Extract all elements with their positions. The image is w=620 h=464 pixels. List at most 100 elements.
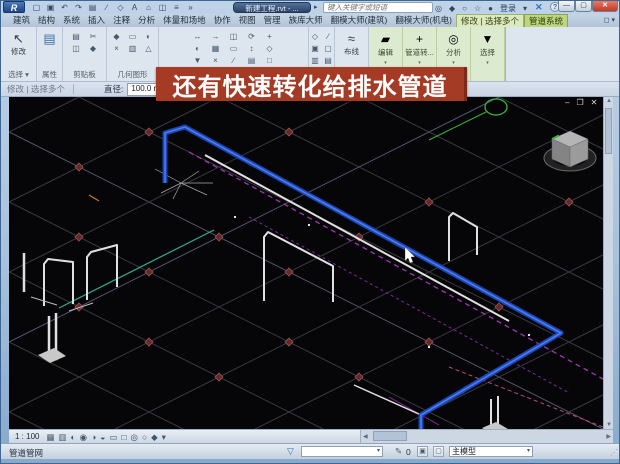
panel-label-properties[interactable]: 属性 [42,69,57,80]
align-icon[interactable]: ↔ [190,32,206,42]
delete-icon[interactable]: × [208,56,224,66]
panel-label-select[interactable]: 选择 ▾ [8,69,29,80]
copy-element-icon[interactable]: ◇ [262,44,278,54]
panel-dropdown-icon[interactable]: ▾ [486,60,489,66]
copy-icon[interactable]: ◫ [69,44,84,54]
temporary-hide-icon[interactable]: ◎ [131,432,138,442]
scroll-left-icon[interactable]: ◀ [363,433,368,440]
vscroll-thumb[interactable] [605,108,612,154]
reveal-hidden-icon[interactable]: ○ [142,432,147,442]
login-dropdown-icon[interactable]: ▾ [523,4,527,13]
search-binoculars-icon[interactable]: ◎ [435,4,442,13]
design-options-dropdown[interactable]: 主模型 ▾ [449,446,533,457]
cut-geometry-icon[interactable]: ▭ [126,32,140,42]
panel-label-geometry[interactable]: 几何图形 [118,69,148,80]
paste-icon[interactable]: ▤ [69,32,84,42]
sun-path-icon[interactable]: ◉ [80,432,87,442]
view-scale-label[interactable]: 1 : 100 [15,432,39,441]
measure-tool-icon[interactable]: ∕ [226,56,242,66]
default-3d-view-icon[interactable]: ⌂ [143,3,154,12]
login-button[interactable]: 登录 [500,3,516,14]
mirror-icon[interactable]: ◫ [226,32,242,42]
ribbon-tab[interactable]: 插入 [84,14,109,27]
panel-dropdown-icon[interactable]: ▾ [418,60,421,66]
shadows-icon[interactable]: ◑ [91,432,96,442]
ribbon-tab[interactable]: 注释 [109,14,134,27]
thin-lines-icon[interactable]: ≡ [171,3,182,12]
ribbon-tab[interactable]: 结构 [34,14,59,27]
ribbon-tab[interactable]: 翻模大师(建筑) [327,14,392,27]
rotate-icon[interactable]: ⟳ [244,32,260,42]
drag-toggle-icon[interactable]: ▢ [433,446,444,457]
ribbon-minimize-icon[interactable]: ◻ ▾ [604,14,615,27]
maximize-button[interactable]: ▢ [575,1,592,12]
scroll-up-icon[interactable]: ▲ [605,98,613,104]
scale-icon[interactable]: ▭ [226,44,242,54]
crop-view-icon[interactable]: ▭ [109,432,117,442]
ribbon-tab[interactable]: 分析 [134,14,159,27]
editable-only-icon[interactable]: ✎ [395,446,402,457]
ribbon-tab[interactable]: 族库大师 [285,14,327,27]
ribbon-tab[interactable]: 管理 [260,14,285,27]
horizontal-scrollbar[interactable]: ◀ ▶ [360,430,613,443]
view-cube[interactable] [542,125,598,179]
group-icon[interactable]: □ [262,56,278,66]
angle-icon[interactable]: ∕ [323,32,334,42]
communication-icon[interactable]: ○ [462,4,467,13]
ribbon-tab[interactable]: 翻模大师(机电) [391,14,456,27]
cut-icon[interactable]: ✂ [86,32,101,42]
save-icon[interactable]: ▣ [45,3,56,12]
select-toggle-icon[interactable]: ▣ [417,446,428,457]
section-icon[interactable]: ◫ [157,3,168,12]
resize-grip[interactable]: ⋰ [610,448,619,457]
favorites-star-icon[interactable]: ☆ [474,4,481,13]
modify-tool-button[interactable]: ↖ 修改 [11,31,26,57]
ribbon-tab[interactable]: 建筑 [9,14,34,27]
create-assembly-icon[interactable]: ▢ [323,44,334,54]
ribbon-tab[interactable]: 协作 [210,14,235,27]
filter-icon[interactable]: ▽ [287,446,294,457]
exchange-apps-icon[interactable]: ✕ [535,2,543,13]
hscroll-thumb[interactable] [373,431,407,441]
split-icon[interactable]: ◐ [190,44,206,54]
more-options-icon[interactable]: ▾ [162,432,166,442]
move-icon[interactable]: ↕ [244,44,260,54]
scroll-down-icon[interactable]: ▼ [605,422,613,428]
print-icon[interactable]: ▤ [87,3,98,12]
view-scale-icon[interactable]: ▦ [46,432,54,442]
split-face-icon[interactable]: ◐ [142,32,156,42]
pin-icon[interactable]: ▼ [190,56,206,66]
app-menu-button[interactable]: R [3,1,25,13]
drawing-area[interactable]: – ❐ ✕ ▲ ▼ [9,97,613,429]
create-similar-icon[interactable]: ▤ [323,56,334,66]
ribbon-tab[interactable]: 系统 [59,14,84,27]
vertical-scrollbar[interactable]: ▲ ▼ [603,97,613,429]
view-minimize-icon[interactable]: – [565,98,569,107]
offset-icon[interactable]: → [208,32,224,42]
match-type-icon[interactable]: ◆ [86,44,101,54]
ribbon-tab[interactable]: 体量和场地 [159,14,210,27]
more-icon[interactable]: » [185,3,196,12]
trim-icon[interactable]: + [262,32,278,42]
user-icon[interactable]: ● [488,4,493,13]
cope-icon[interactable]: ▥ [126,44,140,54]
create-part-icon[interactable]: ▣ [310,44,321,54]
demolish-icon[interactable]: × [110,44,124,54]
rendering-icon[interactable]: ◒ [100,432,105,442]
subscription-icon[interactable]: ◆ [449,4,455,13]
ribbon-tab[interactable]: 视图 [235,14,260,27]
tab-modify-multiselect[interactable]: 修改 | 选择多个 [456,14,524,27]
label-icon[interactable]: ▤ [244,56,260,66]
undo-icon[interactable]: ↶ [59,3,70,12]
routing-button[interactable]: ≈ 布线 [344,31,359,57]
search-input[interactable] [323,2,433,13]
create-group-icon[interactable]: ▥ [310,56,321,66]
analysis-display-icon[interactable]: ◆ [151,432,158,442]
tab-piping-systems[interactable]: 管道系统 [524,14,568,27]
open-icon[interactable]: ▢ [31,3,42,12]
crop-region-icon[interactable]: □ [121,432,126,442]
properties-button[interactable]: ▤ [43,31,55,46]
panel-dropdown-icon[interactable]: ▾ [384,60,387,66]
title-expand-icon[interactable]: ▸ [314,3,318,11]
wall-joins-icon[interactable]: △ [142,44,156,54]
